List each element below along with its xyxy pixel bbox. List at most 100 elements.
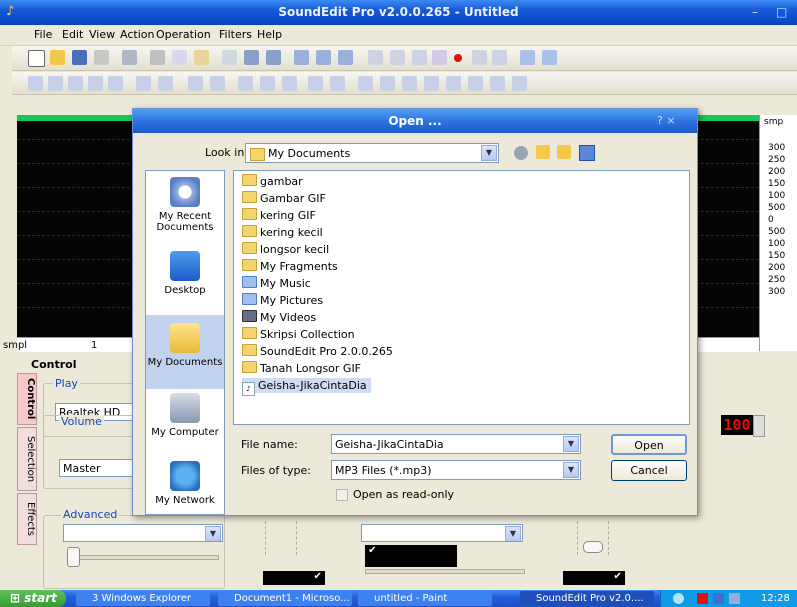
effect-5-icon[interactable] — [108, 76, 123, 91]
effect-2-icon[interactable] — [48, 76, 63, 91]
advanced-slider[interactable] — [67, 555, 219, 560]
effect-11-icon[interactable] — [260, 76, 275, 91]
tab-selection[interactable]: Selection — [17, 427, 37, 491]
stop-icon[interactable] — [492, 50, 507, 65]
new-folder-icon[interactable] — [557, 145, 571, 159]
speaker-icon[interactable] — [520, 50, 535, 65]
list-item[interactable]: kering GIF — [242, 208, 316, 223]
antivirus-icon[interactable] — [697, 593, 708, 604]
advanced-slider-thumb[interactable] — [67, 547, 80, 567]
cut-icon[interactable] — [150, 50, 165, 65]
task-windows-explorer[interactable]: 3 Windows Explorer — [76, 591, 210, 606]
menu-view[interactable]: View — [89, 28, 115, 41]
record-icon[interactable] — [454, 54, 462, 62]
menu-filters[interactable]: Filters — [219, 28, 252, 41]
file-name-input[interactable]: Geisha-JikaCintaDia ▼ — [331, 434, 581, 454]
start-button[interactable]: ⊞ start — [0, 590, 66, 607]
effect-12-icon[interactable] — [282, 76, 297, 91]
readonly-checkbox[interactable] — [336, 489, 348, 501]
menu-edit[interactable]: Edit — [62, 28, 83, 41]
play-selection-icon[interactable] — [412, 50, 427, 65]
effect-17-icon[interactable] — [402, 76, 417, 91]
paste-special-icon[interactable] — [222, 50, 237, 65]
effect-1-icon[interactable] — [28, 76, 43, 91]
effect-7-icon[interactable] — [158, 76, 173, 91]
play-cursor-icon[interactable] — [432, 50, 447, 65]
menu-file[interactable]: File — [34, 28, 52, 41]
mixer-icon[interactable] — [542, 50, 557, 65]
menu-help[interactable]: Help — [257, 28, 282, 41]
volume-icon[interactable] — [729, 593, 740, 604]
close-icon[interactable] — [94, 50, 109, 65]
zoom-full-icon[interactable] — [338, 50, 353, 65]
tab-control[interactable]: Control — [17, 373, 37, 425]
place-my-network[interactable]: My Network — [146, 461, 224, 506]
effect-16-icon[interactable] — [380, 76, 395, 91]
list-item[interactable]: SoundEdit Pro 2.0.0.265 — [242, 344, 393, 359]
menu-action[interactable]: Action — [120, 28, 154, 41]
task-document[interactable]: Document1 - Microso... — [218, 591, 352, 606]
effect-15-icon[interactable] — [358, 76, 373, 91]
list-item-selected[interactable]: ♪ Geisha-JikaCintaDia — [242, 378, 371, 396]
maximize-button[interactable]: □ — [776, 5, 787, 19]
properties-icon[interactable] — [122, 50, 137, 65]
effect-20-icon[interactable] — [468, 76, 483, 91]
advanced-select[interactable]: ▼ — [63, 524, 223, 542]
effect-10-icon[interactable] — [238, 76, 253, 91]
effect-19-icon[interactable] — [446, 76, 461, 91]
place-desktop[interactable]: Desktop — [146, 251, 224, 296]
effect-14-icon[interactable] — [330, 76, 345, 91]
minimize-button[interactable]: – — [752, 5, 758, 19]
output-select[interactable]: ▼ — [361, 524, 523, 542]
new-file-icon[interactable] — [28, 50, 45, 67]
zoom-out-icon[interactable] — [316, 50, 331, 65]
back-icon[interactable] — [514, 146, 528, 160]
open-button[interactable]: Open — [611, 434, 687, 455]
right-slider-thumb[interactable] — [583, 541, 603, 553]
views-menu-icon[interactable] — [579, 145, 595, 161]
copy-icon[interactable] — [172, 50, 187, 65]
open-folder-icon[interactable] — [50, 50, 65, 65]
place-my-documents[interactable]: My Documents — [146, 315, 224, 389]
effect-8-icon[interactable] — [188, 76, 203, 91]
pause-icon[interactable] — [472, 50, 487, 65]
effect-18-icon[interactable] — [424, 76, 439, 91]
look-in-select[interactable]: My Documents ▼ — [245, 143, 499, 163]
dialog-close-button[interactable]: ? × — [657, 114, 676, 127]
list-item[interactable]: My Music — [242, 276, 311, 291]
effect-3-icon[interactable] — [68, 76, 83, 91]
up-folder-icon[interactable] — [536, 145, 550, 159]
play-loop-icon[interactable] — [390, 50, 405, 65]
back-icon[interactable] — [673, 593, 684, 604]
mid-slider[interactable] — [365, 569, 525, 574]
list-item[interactable]: kering kecil — [242, 225, 323, 240]
zoom-in-icon[interactable] — [294, 50, 309, 65]
list-item[interactable]: My Fragments — [242, 259, 338, 274]
effect-9-icon[interactable] — [210, 76, 225, 91]
led-spinner[interactable] — [753, 415, 765, 437]
menu-operation[interactable]: Operation — [156, 28, 211, 41]
effect-4-icon[interactable] — [88, 76, 103, 91]
file-type-select[interactable]: MP3 Files (*.mp3) ▼ — [331, 460, 581, 480]
save-icon[interactable] — [72, 50, 87, 65]
redo-icon[interactable] — [266, 50, 281, 65]
list-item[interactable]: My Pictures — [242, 293, 323, 308]
effect-13-icon[interactable] — [308, 76, 323, 91]
effect-22-icon[interactable] — [512, 76, 527, 91]
list-item[interactable]: longsor kecil — [242, 242, 329, 257]
list-item[interactable]: Gambar GIF — [242, 191, 326, 206]
list-item[interactable]: Tanah Longsor GIF — [242, 361, 361, 376]
effect-6-icon[interactable] — [136, 76, 151, 91]
cancel-button[interactable]: Cancel — [611, 460, 687, 481]
play-icon[interactable] — [368, 50, 383, 65]
effect-21-icon[interactable] — [490, 76, 505, 91]
paste-icon[interactable] — [194, 50, 209, 65]
list-item[interactable]: Skripsi Collection — [242, 327, 355, 342]
list-item[interactable]: gambar — [242, 174, 303, 189]
list-item[interactable]: My Videos — [242, 310, 316, 325]
volume-source-select[interactable]: Master Volume — [59, 459, 133, 477]
network-icon[interactable] — [713, 593, 724, 604]
undo-icon[interactable] — [244, 50, 259, 65]
task-paint[interactable]: untitled - Paint — [358, 591, 492, 606]
task-soundedit[interactable]: SoundEdit Pro v2.0.... — [520, 591, 654, 606]
